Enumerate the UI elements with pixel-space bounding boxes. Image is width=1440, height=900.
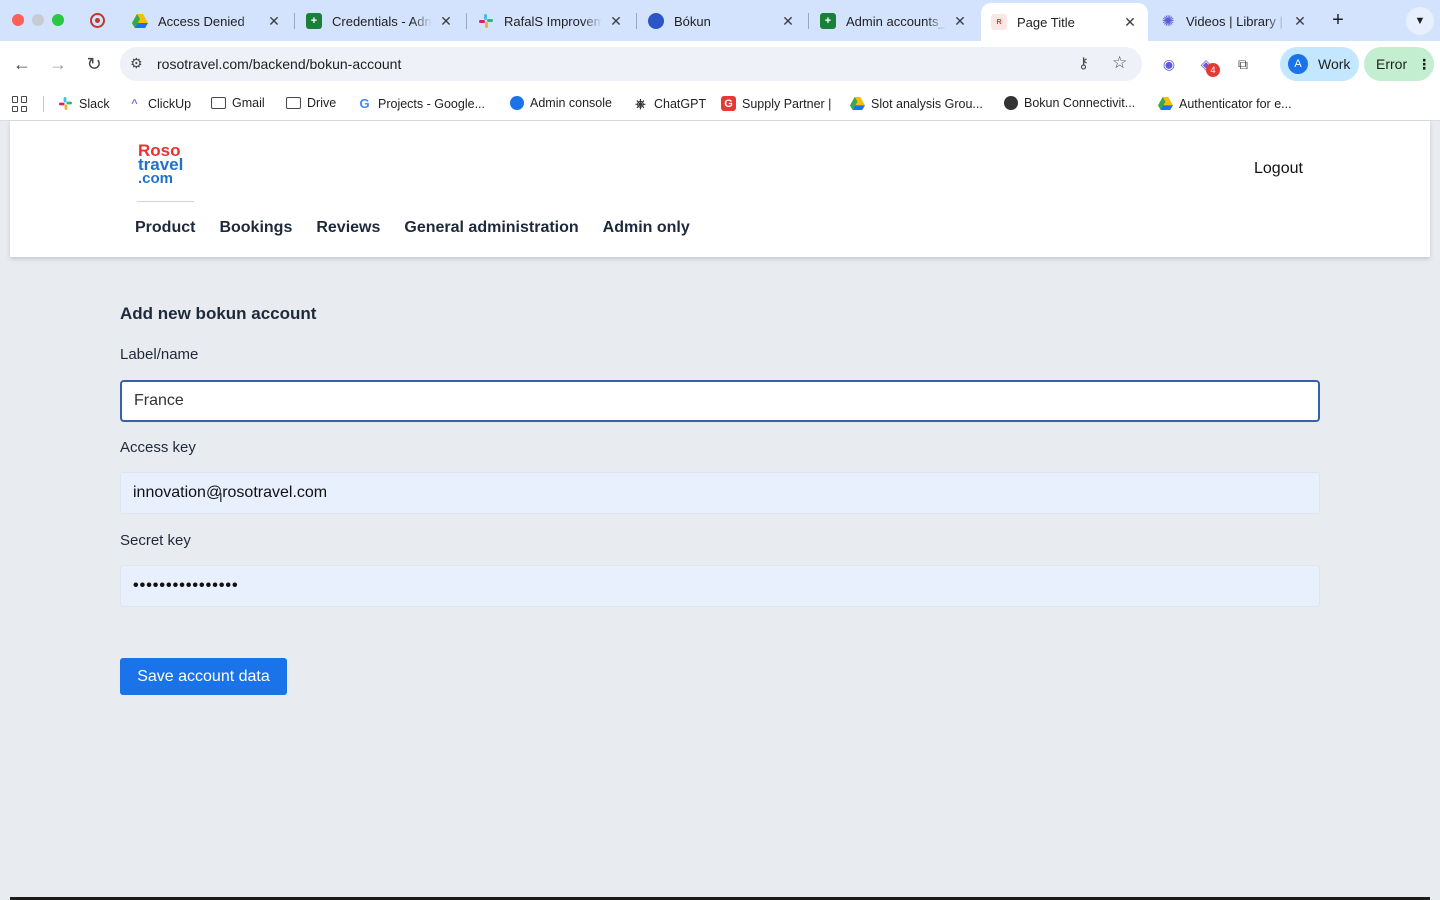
- nav-reviews[interactable]: Reviews: [316, 219, 380, 237]
- recording-icon[interactable]: [90, 13, 105, 28]
- close-tab-icon[interactable]: ✕: [438, 13, 454, 30]
- text-cursor-icon: I: [219, 490, 223, 505]
- bookmark-admin-console[interactable]: Admin console: [510, 96, 612, 110]
- site-header: Roso travel .com Logout Product Bookings…: [10, 121, 1430, 257]
- close-tab-icon[interactable]: ✕: [780, 13, 796, 30]
- tab-page-title[interactable]: R Page Title ✕: [981, 3, 1148, 41]
- nav-bookings[interactable]: Bookings: [219, 219, 292, 237]
- tab-separator: [294, 13, 295, 29]
- reload-icon[interactable]: ↻: [82, 52, 106, 76]
- tab-rafals-improvements[interactable]: RafalS Improveme ✕: [468, 6, 634, 36]
- bokun-icon: [648, 13, 664, 29]
- label-name-input[interactable]: [120, 380, 1320, 422]
- logout-link[interactable]: Logout: [1254, 160, 1303, 178]
- google-drive-icon: [132, 13, 148, 29]
- rosotravel-logo[interactable]: Roso travel .com: [138, 142, 194, 186]
- tab-separator: [636, 13, 637, 29]
- apps-grid-icon[interactable]: [12, 96, 28, 112]
- bookmark-bokun-connectivity[interactable]: Bokun Connectivit...: [1004, 96, 1135, 110]
- bookmarks-bar: Slack ^ ClickUp Gmail Drive G Projects -…: [0, 87, 1440, 121]
- bookmark-clickup[interactable]: ^ ClickUp: [127, 96, 191, 111]
- nav-admin-only[interactable]: Admin only: [603, 219, 690, 237]
- extension-badge: 4: [1206, 63, 1220, 77]
- more-vert-icon: ⋮: [1417, 55, 1431, 72]
- avatar: A: [1288, 54, 1308, 74]
- clickup-icon: ^: [131, 97, 138, 110]
- close-tab-icon[interactable]: ✕: [266, 13, 282, 30]
- new-tab-icon[interactable]: +: [1327, 9, 1349, 32]
- site-settings-icon[interactable]: ⚙: [130, 55, 143, 72]
- google-drive-icon: [1158, 96, 1173, 111]
- secret-key-label: Secret key: [120, 532, 191, 549]
- nav-product[interactable]: Product: [135, 219, 195, 237]
- slack-icon: [478, 13, 494, 29]
- tab-separator: [808, 13, 809, 29]
- google-drive-icon: [850, 96, 865, 111]
- access-key-label: Access key: [120, 439, 196, 456]
- bookmark-slack[interactable]: Slack: [58, 96, 110, 111]
- bookmark-drive[interactable]: Drive: [286, 96, 336, 110]
- address-bar[interactable]: ⚙ rosotravel.com/backend/bokun-account ⚷…: [120, 47, 1142, 81]
- close-window-icon[interactable]: [12, 14, 24, 26]
- getyourguide-icon: G: [721, 96, 736, 111]
- admin-console-icon: [510, 96, 524, 110]
- main-nav: Product Bookings Reviews General adminis…: [135, 219, 690, 237]
- folder-icon: [211, 97, 226, 109]
- tab-bokun[interactable]: Bókun ✕: [638, 6, 806, 36]
- bookmark-projects[interactable]: G Projects - Google...: [357, 96, 485, 111]
- logo-divider: [137, 201, 194, 202]
- tab-admin-accounts[interactable]: + Admin accounts_ ✕: [810, 6, 978, 36]
- bookmark-slot-analysis[interactable]: Slot analysis Grou...: [850, 96, 983, 111]
- nav-general-administration[interactable]: General administration: [404, 219, 578, 237]
- maximize-window-icon[interactable]: [52, 14, 64, 26]
- chevron-down-icon[interactable]: ▼: [1406, 7, 1434, 35]
- bookmarks-separator: [43, 96, 44, 112]
- bookmark-star-icon[interactable]: ☆: [1112, 53, 1127, 73]
- error-menu-button[interactable]: Error ⋮: [1364, 47, 1434, 81]
- close-tab-icon[interactable]: ✕: [1292, 13, 1308, 30]
- access-key-input[interactable]: [120, 472, 1320, 514]
- tab-credentials[interactable]: + Credentials - Adm ✕: [296, 6, 464, 36]
- tab-access-denied[interactable]: Access Denied ✕: [122, 6, 292, 36]
- back-arrow-icon[interactable]: ←: [10, 52, 34, 76]
- extension-face-icon[interactable]: ◉: [1158, 53, 1180, 75]
- bookmark-gmail[interactable]: Gmail: [211, 96, 265, 110]
- label-name-label: Label/name: [120, 346, 199, 363]
- folder-icon: [286, 97, 301, 109]
- address-url[interactable]: rosotravel.com/backend/bokun-account: [157, 56, 401, 72]
- profile-button[interactable]: A Work: [1280, 47, 1359, 81]
- rosotravel-icon: R: [991, 14, 1007, 30]
- close-tab-icon[interactable]: ✕: [1122, 14, 1138, 31]
- extensions-puzzle-icon[interactable]: ⧉: [1232, 53, 1254, 75]
- tab-separator: [466, 13, 467, 29]
- browser-toolbar: ← → ↻ ⚙ rosotravel.com/backend/bokun-acc…: [0, 41, 1440, 87]
- form-title: Add new bokun account: [120, 304, 317, 323]
- secret-key-input[interactable]: [120, 565, 1320, 607]
- google-sheets-icon: +: [820, 13, 836, 29]
- bookmark-chatgpt[interactable]: ⎈ ChatGPT: [633, 96, 706, 111]
- save-account-button[interactable]: Save account data: [120, 658, 287, 695]
- password-key-icon[interactable]: ⚷: [1078, 54, 1089, 72]
- slack-icon: [58, 96, 73, 111]
- google-sheets-icon: +: [306, 13, 322, 29]
- chatgpt-icon: ⎈: [635, 95, 646, 111]
- bookmark-authenticator[interactable]: Authenticator for e...: [1158, 96, 1292, 111]
- globe-icon: [1004, 96, 1018, 110]
- browser-tabstrip: Access Denied ✕ + Credentials - Adm ✕ Ra…: [0, 0, 1440, 41]
- tab-videos-library[interactable]: ✺ Videos | Library | ✕: [1150, 6, 1318, 36]
- close-tab-icon[interactable]: ✕: [952, 13, 968, 30]
- forward-arrow-icon[interactable]: →: [46, 52, 70, 76]
- bookmark-supply-partner[interactable]: G Supply Partner |: [721, 96, 831, 111]
- page-content: Roso travel .com Logout Product Bookings…: [0, 121, 1440, 900]
- gear-flower-icon: ✺: [1161, 13, 1175, 30]
- google-icon: G: [359, 96, 370, 111]
- minimize-window-icon[interactable]: [32, 14, 44, 26]
- close-tab-icon[interactable]: ✕: [608, 13, 624, 30]
